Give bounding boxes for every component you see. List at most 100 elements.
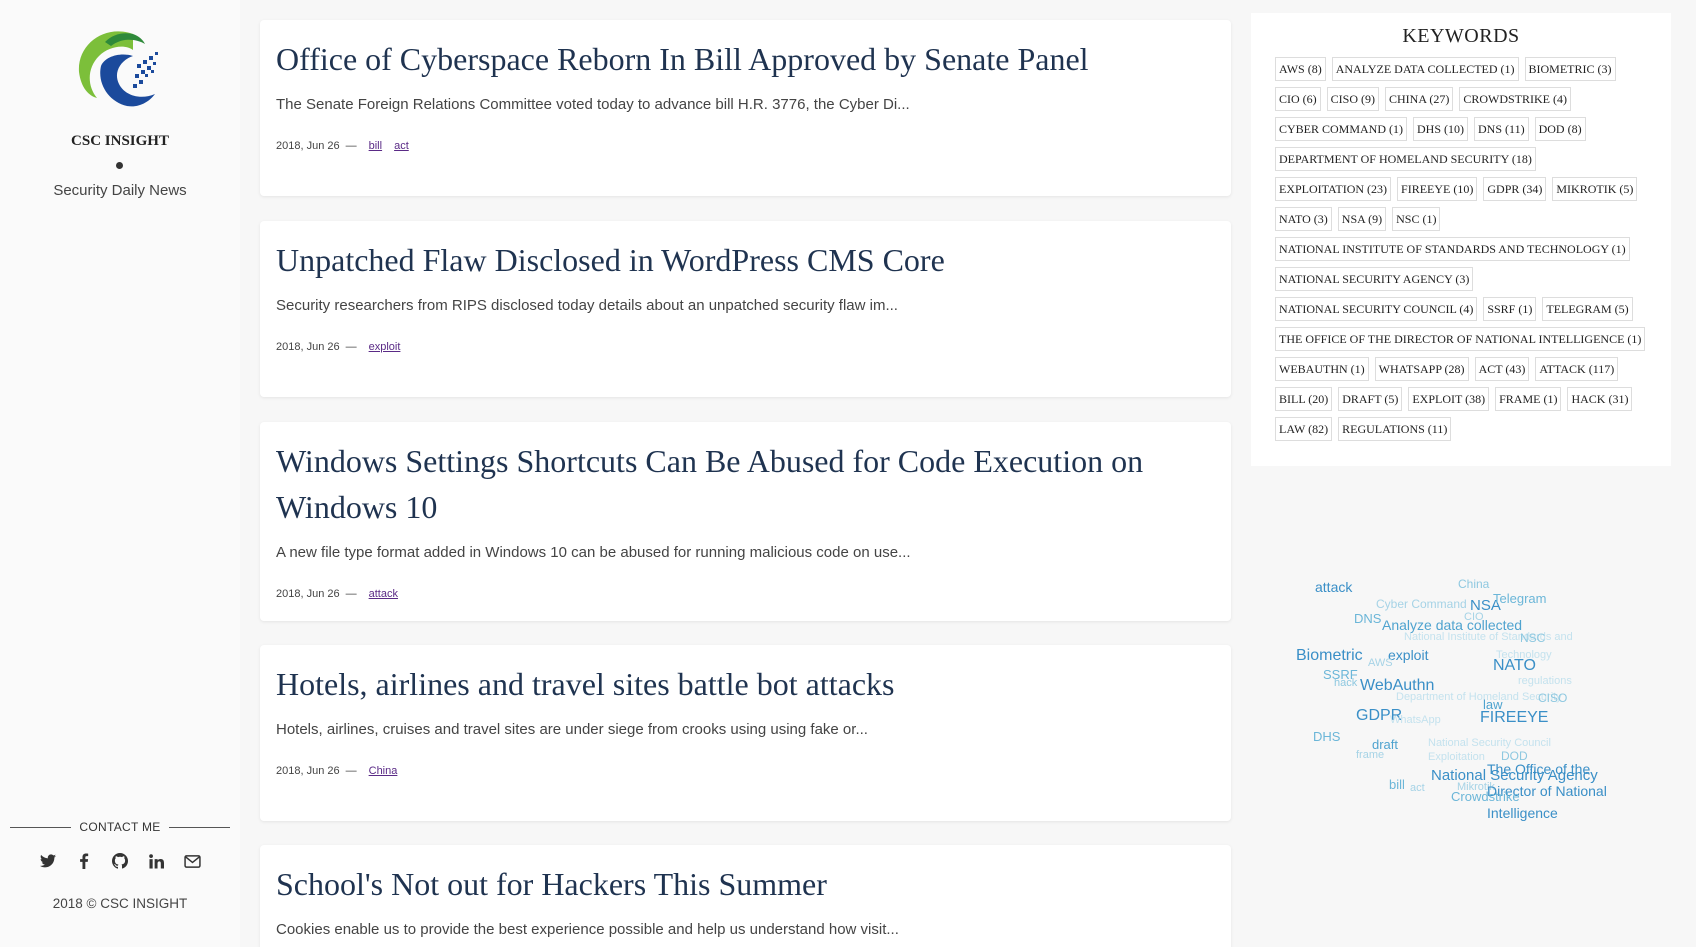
keyword-tag[interactable]: CISO (9) xyxy=(1326,87,1380,111)
post-date: 2018, Jun 26 xyxy=(276,140,340,152)
github-icon[interactable] xyxy=(111,852,129,870)
twitter-icon[interactable] xyxy=(39,852,57,870)
keyword-tag[interactable]: NATIONAL SECURITY AGENCY (3) xyxy=(1275,267,1474,291)
keyword-tag[interactable]: DOD (8) xyxy=(1534,117,1586,141)
keyword-tag[interactable]: FIREEYE (10) xyxy=(1397,177,1478,201)
post-meta: 2018, Jun 26 — attack xyxy=(276,588,398,600)
sidebar: CSC INSIGHT Security Daily News CONTACT … xyxy=(0,0,240,947)
cloud-word[interactable]: attack xyxy=(1315,580,1352,594)
cloud-word[interactable]: bill xyxy=(1389,778,1405,791)
keyword-tag[interactable]: DHS (10) xyxy=(1413,117,1469,141)
keyword-tag[interactable]: FRAME (1) xyxy=(1495,387,1562,411)
envelope-icon[interactable] xyxy=(183,852,201,870)
keyword-list: AWS (8) ANALYZE DATA COLLECTED (1) BIOMETR… xyxy=(1275,57,1655,441)
cloud-word[interactable]: exploit xyxy=(1388,648,1428,662)
keyword-tag[interactable]: LAW (82) xyxy=(1275,417,1333,441)
keyword-tag[interactable]: GDPR (34) xyxy=(1483,177,1547,201)
cloud-word[interactable]: hack xyxy=(1334,678,1357,689)
keyword-tag[interactable]: CIO (6) xyxy=(1275,87,1321,111)
site-name[interactable]: CSC INSIGHT xyxy=(0,133,240,150)
post-tag[interactable]: attack xyxy=(369,588,398,600)
cloud-word[interactable]: Intelligence xyxy=(1487,806,1558,820)
post-title[interactable]: Office of Cyberspace Reborn In Bill Appr… xyxy=(276,36,1206,82)
keyword-tag[interactable]: REGULATIONS (11) xyxy=(1338,417,1452,441)
divider xyxy=(10,826,72,828)
cloud-word[interactable]: Department of Homeland Security xyxy=(1396,692,1562,703)
cloud-word[interactable]: Exploitation xyxy=(1428,752,1485,763)
post-date: 2018, Jun 26 xyxy=(276,341,340,353)
keyword-tag[interactable]: SSRF (1) xyxy=(1483,297,1537,321)
post-tag[interactable]: exploit xyxy=(369,341,401,353)
keyword-tag[interactable]: EXPLOIT (38) xyxy=(1408,387,1490,411)
post-meta: 2018, Jun 26 — bill act xyxy=(276,140,409,152)
cloud-word[interactable]: Analyze data collected xyxy=(1382,618,1522,632)
cloud-word[interactable]: Cyber Command xyxy=(1376,598,1467,610)
cloud-word[interactable]: Crowdstrike xyxy=(1451,790,1520,803)
cloud-word[interactable]: FIREEYE xyxy=(1480,710,1548,726)
cloud-word[interactable]: National Security Agency xyxy=(1431,768,1598,783)
keyword-tag[interactable]: CROWDSTRIKE (4) xyxy=(1459,87,1572,111)
post-excerpt: The Senate Foreign Relations Committee v… xyxy=(276,96,910,113)
post-tag[interactable]: China xyxy=(369,765,398,777)
meta-separator: — xyxy=(345,765,357,777)
cloud-word[interactable]: NSC xyxy=(1520,632,1545,644)
site-tagline: Security Daily News xyxy=(53,182,187,199)
keyword-tag[interactable]: CYBER COMMAND (1) xyxy=(1275,117,1408,141)
cloud-word[interactable]: NATO xyxy=(1493,658,1536,674)
keyword-tag[interactable]: ATTACK (117) xyxy=(1535,357,1619,381)
keyword-tag[interactable]: BIOMETRIC (3) xyxy=(1524,57,1616,81)
keyword-tag[interactable]: NSA (9) xyxy=(1337,207,1387,231)
post-title[interactable]: Windows Settings Shortcuts Can Be Abused… xyxy=(276,438,1206,530)
keyword-tag[interactable]: AWS (8) xyxy=(1275,57,1326,81)
post-tag[interactable]: act xyxy=(394,140,409,152)
post-tag[interactable]: bill xyxy=(369,140,382,152)
keyword-tag[interactable]: NSC (1) xyxy=(1392,207,1441,231)
keyword-tag[interactable]: CHINA (27) xyxy=(1385,87,1454,111)
linkedin-icon[interactable] xyxy=(147,852,165,870)
keyword-tag[interactable]: THE OFFICE OF THE DIRECTOR OF NATIONAL I… xyxy=(1275,327,1646,351)
cloud-word[interactable]: WhatsApp xyxy=(1390,715,1441,726)
keyword-tag[interactable]: DNS (11) xyxy=(1474,117,1529,141)
keyword-cloud: attack China Cyber Command NSA Telegram DNS CI… xyxy=(1280,570,1660,850)
keyword-tag[interactable]: HACK (31) xyxy=(1567,387,1633,411)
cloud-word[interactable]: Biometric xyxy=(1296,648,1363,664)
keyword-tag[interactable]: ACT (43) xyxy=(1474,357,1530,381)
keyword-tag[interactable]: BILL (20) xyxy=(1275,387,1333,411)
post-title[interactable]: Unpatched Flaw Disclosed in WordPress CM… xyxy=(276,237,1206,283)
cloud-word[interactable]: act xyxy=(1410,783,1425,794)
cloud-word[interactable]: DNS xyxy=(1354,612,1381,625)
keyword-tag[interactable]: WHATSAPP (28) xyxy=(1374,357,1469,381)
divider xyxy=(168,826,231,828)
cloud-word[interactable]: DHS xyxy=(1313,730,1340,743)
social-links xyxy=(0,852,240,870)
copyright: 2018 © CSC INSIGHT xyxy=(52,896,188,911)
cloud-word[interactable]: National Institute of Standards and xyxy=(1404,632,1573,643)
cloud-word[interactable]: regulations xyxy=(1518,676,1572,687)
post-card: Windows Settings Shortcuts Can Be Abused… xyxy=(260,422,1231,621)
post-card: Hotels, airlines and travel sites battle… xyxy=(260,645,1231,821)
keyword-tag[interactable]: NATIONAL INSTITUTE OF STANDARDS AND TECH… xyxy=(1275,237,1630,261)
cloud-word[interactable]: National Security Council xyxy=(1428,738,1551,749)
keyword-tag[interactable]: NATO (3) xyxy=(1275,207,1332,231)
site-logo[interactable] xyxy=(75,26,165,114)
cloud-word[interactable]: China xyxy=(1458,578,1489,590)
post-date: 2018, Jun 26 xyxy=(276,588,340,600)
post-date: 2018, Jun 26 xyxy=(276,765,340,777)
keyword-tag[interactable]: ANALYZE DATA COLLECTED (1) xyxy=(1331,57,1519,81)
post-title[interactable]: Hotels, airlines and travel sites battle… xyxy=(276,661,1206,707)
post-excerpt: Cookies enable us to provide the best ex… xyxy=(276,921,899,938)
keyword-tag[interactable]: MIKROTIK (5) xyxy=(1552,177,1638,201)
facebook-icon[interactable] xyxy=(75,852,93,870)
cloud-word[interactable]: AWS xyxy=(1368,658,1393,669)
cloud-word[interactable]: Telegram xyxy=(1493,592,1546,605)
keyword-tag[interactable]: NATIONAL SECURITY COUNCIL (4) xyxy=(1275,297,1478,321)
keyword-tag[interactable]: WEBAUTHN (1) xyxy=(1275,357,1369,381)
keyword-tag[interactable]: DEPARTMENT OF HOMELAND SECURITY (18) xyxy=(1275,147,1536,171)
post-title[interactable]: School's Not out for Hackers This Summer xyxy=(276,861,1206,907)
separator-dot xyxy=(116,162,123,169)
cloud-word[interactable]: CISO xyxy=(1538,692,1567,704)
keyword-tag[interactable]: EXPLOITATION (23) xyxy=(1275,177,1392,201)
keyword-tag[interactable]: TELEGRAM (5) xyxy=(1542,297,1633,321)
cloud-word[interactable]: frame xyxy=(1356,750,1384,761)
keyword-tag[interactable]: DRAFT (5) xyxy=(1338,387,1403,411)
